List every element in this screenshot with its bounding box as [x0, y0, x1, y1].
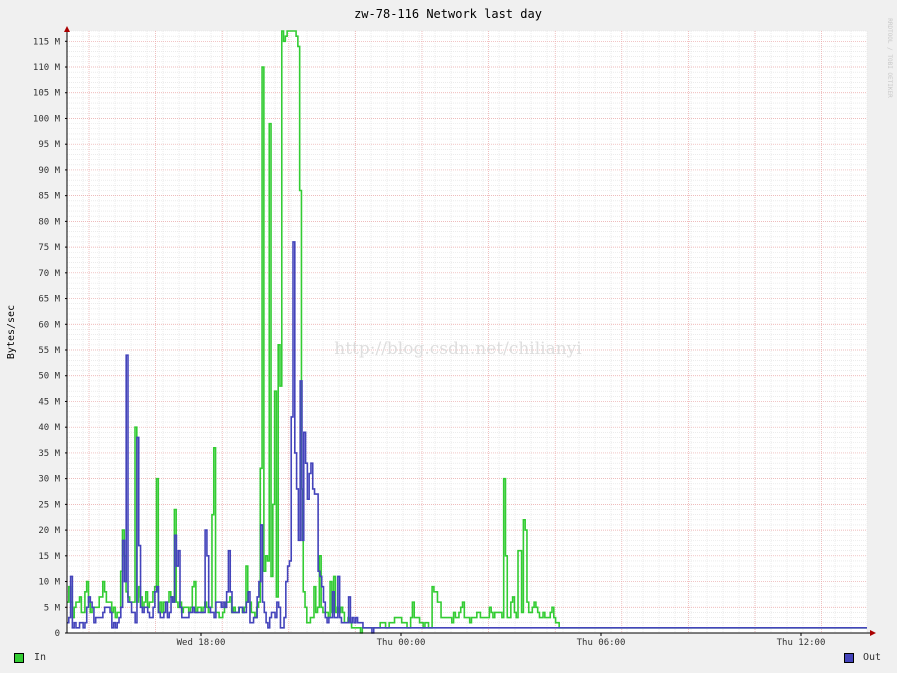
y-tick-label: 115 M [33, 37, 61, 47]
y-tick-label: 100 M [33, 114, 61, 124]
y-tick-label: 105 M [33, 89, 61, 99]
chart-title: zw-78-116 Network last day [354, 7, 542, 21]
legend-in-swatch [14, 652, 24, 663]
y-tick-label: 20 M [38, 526, 60, 536]
x-tick-label: Thu 12:00 [777, 638, 826, 648]
y-tick-label: 0 [55, 629, 60, 639]
y-tick-label: 60 M [38, 320, 60, 330]
legend-in: In [14, 652, 46, 663]
network-graph: 0 5 M 10 M 15 M 20 M 25 M 30 M 35 M 40 M 45 M 50 M… [0, 0, 897, 673]
legend-out-label: Out [863, 652, 882, 663]
y-tick-label: 50 M [38, 372, 60, 382]
y-tick-label: 55 M [38, 346, 60, 356]
y-axis-label: Bytes/sec [6, 305, 17, 359]
y-tick-label: 10 M [38, 578, 60, 588]
y-tick-label: 25 M [38, 500, 60, 510]
y-tick-label: 35 M [38, 449, 60, 459]
y-tick-label: 45 M [38, 397, 60, 407]
y-tick-label: 30 M [38, 475, 60, 485]
y-tick-label: 85 M [38, 192, 60, 202]
y-tick-label: 90 M [38, 166, 60, 176]
y-tick-label: 40 M [38, 423, 60, 433]
x-tick-label: Wed 18:00 [177, 638, 226, 648]
legend-out: Out [844, 652, 881, 663]
y-tick-label: 70 M [38, 269, 60, 279]
y-tick-label: 15 M [38, 552, 60, 562]
y-tick-label: 95 M [38, 140, 60, 150]
y-tick-label: 65 M [38, 295, 60, 305]
y-tick-label: 110 M [33, 63, 61, 73]
y-tick-label: 5 M [44, 603, 61, 613]
legend-in-label: In [34, 652, 47, 663]
legend-out-swatch [844, 652, 854, 663]
y-tick-label: 75 M [38, 243, 60, 253]
x-tick-label: Thu 06:00 [577, 638, 626, 648]
x-tick-label: Thu 00:00 [377, 638, 426, 648]
vertical-label: RRDTOOL / TOBI OETIKER [886, 18, 893, 98]
watermark: http://blog.csdn.net/chilianyi [334, 339, 582, 359]
y-tick-label: 80 M [38, 217, 60, 227]
